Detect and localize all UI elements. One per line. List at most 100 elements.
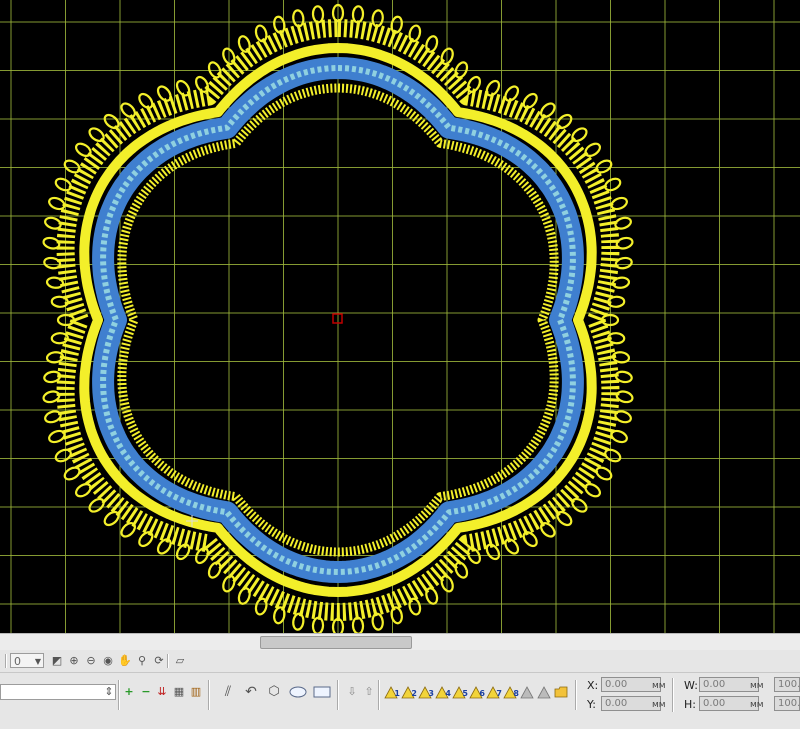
- scallop-loop: [408, 24, 422, 43]
- divider: [672, 678, 674, 712]
- scallop-loop: [254, 24, 268, 43]
- step-label: 5: [462, 689, 468, 698]
- scallop-loop: [237, 587, 251, 605]
- zoom-out-icon[interactable]: ⊖: [84, 654, 98, 668]
- scallop-loop: [44, 410, 62, 424]
- step-7-icon[interactable]: 7: [486, 685, 502, 699]
- scallop-loop: [138, 531, 154, 548]
- step-9-icon[interactable]: [520, 685, 535, 699]
- step-label: 6: [479, 689, 485, 698]
- scallop-loop: [156, 538, 172, 555]
- zoom-in-icon[interactable]: ⊕: [67, 654, 81, 668]
- scallop-loop: [556, 510, 573, 527]
- divider: [5, 654, 7, 668]
- folder-icon[interactable]: [554, 685, 569, 699]
- import-icon[interactable]: ⇩: [345, 685, 359, 699]
- scrollbar-thumb[interactable]: [260, 636, 412, 649]
- scallop-loop: [156, 85, 172, 102]
- scallop-loop: [351, 5, 365, 24]
- zoom-all-icon[interactable]: ◉: [101, 654, 115, 668]
- scale-y-input[interactable]: 100.0: [774, 696, 800, 711]
- scallop-loop: [615, 236, 634, 250]
- x-unit: мм: [652, 681, 666, 691]
- scallop-loop: [584, 142, 602, 157]
- scale-x-input[interactable]: 100.0: [774, 677, 800, 692]
- scallop-loop: [103, 510, 120, 527]
- step-label: 1: [394, 689, 400, 698]
- horizontal-scrollbar[interactable]: [0, 633, 800, 650]
- scallop-loop: [88, 497, 105, 513]
- grid-icon[interactable]: ▦: [172, 685, 186, 699]
- export-icon[interactable]: ⇧: [362, 685, 376, 699]
- pan-icon[interactable]: ✋: [118, 654, 132, 668]
- scallop-loop: [522, 92, 538, 109]
- scallop-loop: [120, 102, 136, 118]
- scallop-loop: [604, 177, 622, 192]
- scallop-loop: [207, 561, 222, 579]
- step-label: 7: [496, 689, 502, 698]
- chevron-down-icon[interactable]: ▼: [35, 654, 41, 669]
- divider: [337, 680, 339, 710]
- scallop-loop: [351, 616, 365, 633]
- name-input[interactable]: [0, 684, 116, 700]
- arc-tool-icon[interactable]: ↶: [243, 684, 259, 700]
- scallop-loop: [311, 616, 325, 633]
- measure-icon[interactable]: ▱: [173, 654, 187, 668]
- step-4-icon[interactable]: 4: [435, 685, 451, 699]
- w-label: W:: [684, 679, 698, 692]
- stitch-down-icon[interactable]: ⇊: [155, 685, 169, 699]
- scallop-loop: [454, 61, 469, 79]
- scallop-loop: [254, 597, 268, 616]
- search-icon[interactable]: ⚲: [135, 654, 149, 668]
- scallop-loop: [408, 597, 422, 616]
- scallop-loop: [504, 85, 520, 102]
- spin-icon[interactable]: ⇕: [103, 685, 115, 699]
- line-tool-icon[interactable]: ⫽: [220, 684, 236, 700]
- scallop-loop: [88, 127, 105, 143]
- step-label: 4: [445, 689, 451, 698]
- embroidery-design[interactable]: [0, 0, 800, 633]
- scallop-loop: [207, 61, 222, 79]
- color-bars-icon[interactable]: ▥: [189, 685, 203, 699]
- step-label: 3: [428, 689, 434, 698]
- x-label: X:: [587, 679, 599, 692]
- design-canvas[interactable]: [0, 0, 800, 633]
- step-3-icon[interactable]: 3: [418, 685, 434, 699]
- add-icon[interactable]: +: [122, 685, 136, 699]
- w-unit: мм: [750, 681, 764, 691]
- divider: [378, 680, 380, 710]
- scallop-loop: [571, 497, 588, 513]
- remove-icon[interactable]: −: [139, 685, 153, 699]
- scallop-loop: [54, 177, 72, 192]
- select-layer-icon[interactable]: ◩: [50, 654, 64, 668]
- step-label: 2: [411, 689, 417, 698]
- step-6-icon[interactable]: 6: [469, 685, 485, 699]
- scallop-loop: [74, 483, 92, 498]
- rotate-icon[interactable]: ⟳: [152, 654, 166, 668]
- scallop-loop: [74, 142, 92, 157]
- step-5-icon[interactable]: 5: [452, 685, 468, 699]
- scallop-loop: [614, 410, 632, 424]
- layer-select[interactable]: 0 ▼: [10, 653, 44, 668]
- y-label: Y:: [587, 698, 596, 711]
- divider: [208, 680, 210, 710]
- scallop-loop: [504, 538, 520, 555]
- divider: [167, 654, 169, 668]
- scallop-loop: [556, 113, 573, 130]
- step-2-icon[interactable]: 2: [401, 685, 417, 699]
- scallop-loop: [311, 5, 325, 24]
- scallop-loop: [604, 448, 622, 463]
- h-label: H:: [684, 698, 696, 711]
- scallop-loop: [614, 216, 632, 230]
- rectangle-tool-icon[interactable]: [312, 684, 332, 700]
- divider: [118, 680, 120, 710]
- divider: [575, 680, 577, 710]
- h-unit: мм: [750, 700, 764, 710]
- scallop-loop: [103, 113, 120, 130]
- step-1-icon[interactable]: 1: [384, 685, 400, 699]
- scallop-loop: [138, 92, 154, 109]
- step-8-icon[interactable]: 8: [503, 685, 519, 699]
- ellipse-tool-icon[interactable]: [288, 684, 308, 700]
- fill-tool-icon[interactable]: ⬡: [266, 684, 282, 700]
- step-10-icon[interactable]: [537, 685, 552, 699]
